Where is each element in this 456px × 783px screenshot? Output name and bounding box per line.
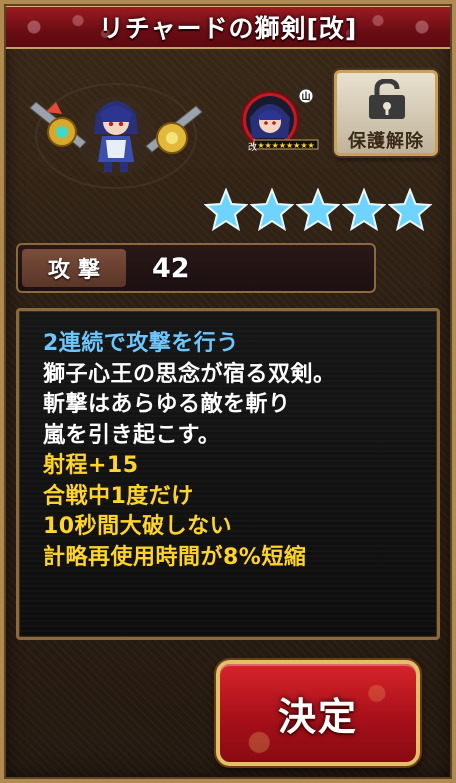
description-line: 2連続で攻撃を行う [43, 331, 239, 356]
unlock-protection-button[interactable]: 保護解除 [334, 70, 438, 156]
description-line: 合戦中1度だけ [43, 483, 194, 509]
description-line: 斬撃はあらゆる敵を斬り [43, 392, 291, 417]
confirm-button[interactable]: 決定 [216, 660, 420, 766]
weapon-illustration [29, 83, 203, 189]
description-line: 獅子心王の思念が宿る双剣。 [43, 361, 336, 387]
attack-label: 攻撃 [47, 258, 108, 283]
portrait-tag: 改 [248, 141, 257, 153]
star-icon [250, 188, 294, 232]
character-portrait: ★★★★★★★★ 山 改 [241, 88, 319, 153]
title-bar: リチャードの獅剣[改] [6, 6, 450, 49]
unlock-label: 保護解除 [348, 131, 424, 152]
attack-label-box: 攻撃 [22, 249, 126, 287]
lock-icon [369, 79, 405, 119]
rarity-stars [204, 188, 432, 232]
star-icon [342, 188, 386, 232]
star-icon [296, 188, 340, 232]
description-line: 射程+15 [43, 453, 139, 478]
confirm-label: 決定 [277, 694, 358, 739]
star-icon [388, 188, 432, 232]
item-title: リチャードの獅剣[改] [98, 14, 358, 43]
portrait-star-strip: ★★★★★★★★ [257, 141, 314, 150]
description-line: 計略再使用時間が8%短縮 [43, 544, 307, 570]
description-line: 10秒間大破しない [43, 514, 233, 539]
portrait-level-badge: 山 [301, 91, 310, 103]
attack-value: 42 [152, 253, 190, 284]
attack-stat-row: 攻撃 42 [16, 243, 376, 293]
star-icon [204, 188, 248, 232]
description-line: 嵐を引き起こす。 [43, 422, 221, 448]
description-box: 2連続で攻撃を行う 獅子心王の思念が宿る双剣。 斬撃はあらゆる敵を斬り 嵐を引き… [16, 308, 440, 640]
